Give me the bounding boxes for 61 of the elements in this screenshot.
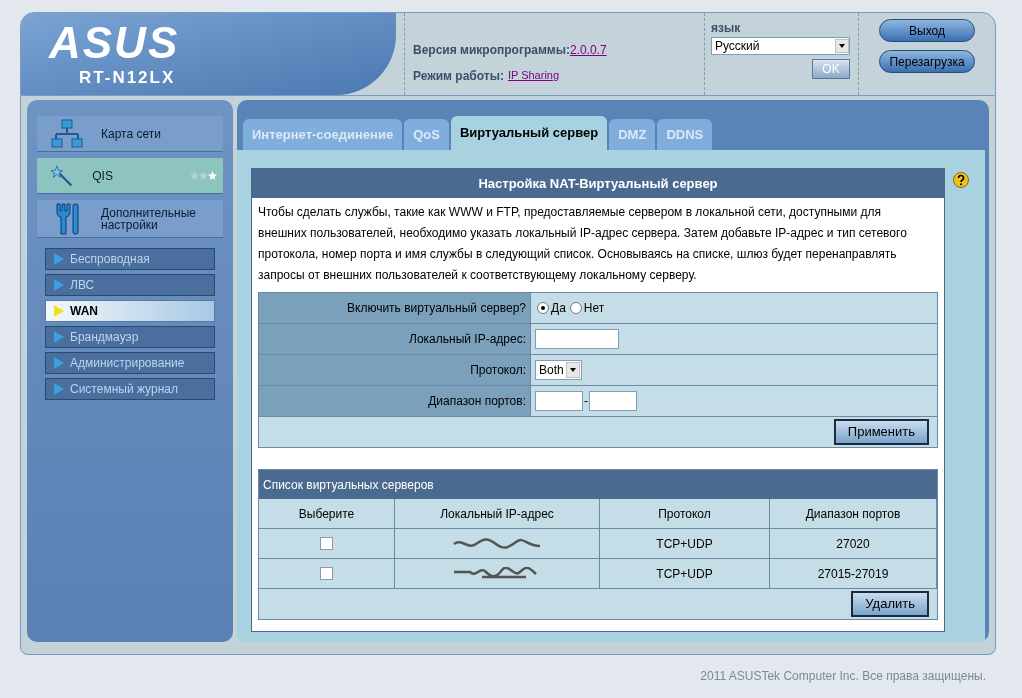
triangle-icon: [54, 253, 64, 265]
submenu-item[interactable]: Системный журнал: [45, 378, 215, 400]
radio-button[interactable]: [569, 302, 582, 314]
radio-label: Да: [551, 300, 566, 317]
panel-title: Настройка NAT-Виртуальный сервер: [252, 169, 944, 198]
submenu-item[interactable]: Брандмауэр: [45, 326, 215, 348]
field-label: Включить виртуальный сервер?: [347, 300, 526, 317]
column-header: Локальный IP-адрес: [395, 499, 600, 529]
sidebar-item[interactable]: QIS: [37, 158, 223, 194]
port-end-field[interactable]: [589, 391, 637, 411]
description-text: Чтобы сделать службы, такие как WWW и FTP, предоставляемые сервером в локальной сети, доступными для внешних пользователей, необходимо указать локальный IP-адрес сервера. Затем добавьте IP-адрес и тип сетевого протокола, номер порта и имя службы в следующий список. Основываясь на списке, шлюз будет перенаправлять запросы от внешних пользователей к соответствующему локальному серверу.: [257, 204, 908, 284]
dropdown-arrow-icon: [565, 362, 580, 378]
submenu-item[interactable]: WAN: [45, 300, 215, 322]
tab[interactable]: Виртуальный сервер: [450, 116, 608, 150]
list-title: Список виртуальных серверов: [259, 470, 937, 499]
submenu-item[interactable]: Беспроводная: [45, 248, 215, 270]
column-header: Диапазон портов: [770, 499, 937, 529]
range-separator: -: [584, 393, 588, 410]
firmware-version-link[interactable]: 2.0.0.7: [569, 41, 607, 59]
logout-button[interactable]: Выход: [879, 19, 975, 42]
star-icon: [199, 171, 208, 180]
protocol-select[interactable]: Both: [535, 360, 582, 380]
field-label: Локальный IP-адрес:: [409, 331, 526, 348]
language-label: язык: [711, 20, 742, 37]
ip-address-field[interactable]: [535, 329, 619, 349]
dropdown-arrow-icon: [835, 39, 849, 53]
firmware-label: Версия микропрограммы:: [413, 42, 570, 59]
mode-link[interactable]: IP Sharing: [507, 67, 560, 85]
help-icon[interactable]: [953, 172, 969, 188]
table-cell: 27020: [770, 529, 937, 559]
triangle-icon: [54, 383, 64, 395]
triangle-icon: [54, 357, 64, 369]
submenu-item[interactable]: Администрирование: [45, 352, 215, 374]
triangle-icon: [54, 279, 64, 291]
network-map-icon: [51, 118, 83, 149]
field-label: Диапазон портов:: [428, 393, 526, 410]
redacted-address-icon: [452, 536, 542, 551]
row-checkbox[interactable]: [320, 567, 333, 580]
brand-logo: ASUS: [49, 21, 180, 65]
field-label: Протокол:: [470, 362, 526, 379]
language-select[interactable]: Русский: [711, 37, 850, 55]
radio-button[interactable]: [537, 302, 549, 314]
copyright-text: 2011 ASUSTek Computer Inc. Все права защищены.: [700, 668, 986, 685]
sidebar-item[interactable]: Карта сети: [37, 116, 223, 152]
row-checkbox[interactable]: [320, 537, 333, 550]
triangle-icon: [54, 305, 64, 317]
column-header: Протокол: [600, 499, 770, 529]
reboot-button[interactable]: Перезагрузка: [879, 50, 975, 73]
apply-button[interactable]: Применить: [833, 419, 929, 445]
star-icon: [208, 171, 217, 180]
sidebar-item[interactable]: Дополнительные настройки: [37, 200, 223, 238]
port-start-field[interactable]: [535, 391, 583, 411]
column-header: Выберите: [259, 499, 395, 529]
star-icon: [190, 171, 199, 180]
mode-label: Режим работы:: [413, 68, 504, 85]
triangle-icon: [54, 331, 64, 343]
delete-button[interactable]: Удалить: [851, 591, 929, 617]
model-name: RT-N12LX: [79, 67, 176, 89]
radio-label: Нет: [583, 300, 605, 317]
submenu-item[interactable]: ЛВС: [45, 274, 215, 296]
table-cell: TCP+UDP: [600, 529, 770, 559]
